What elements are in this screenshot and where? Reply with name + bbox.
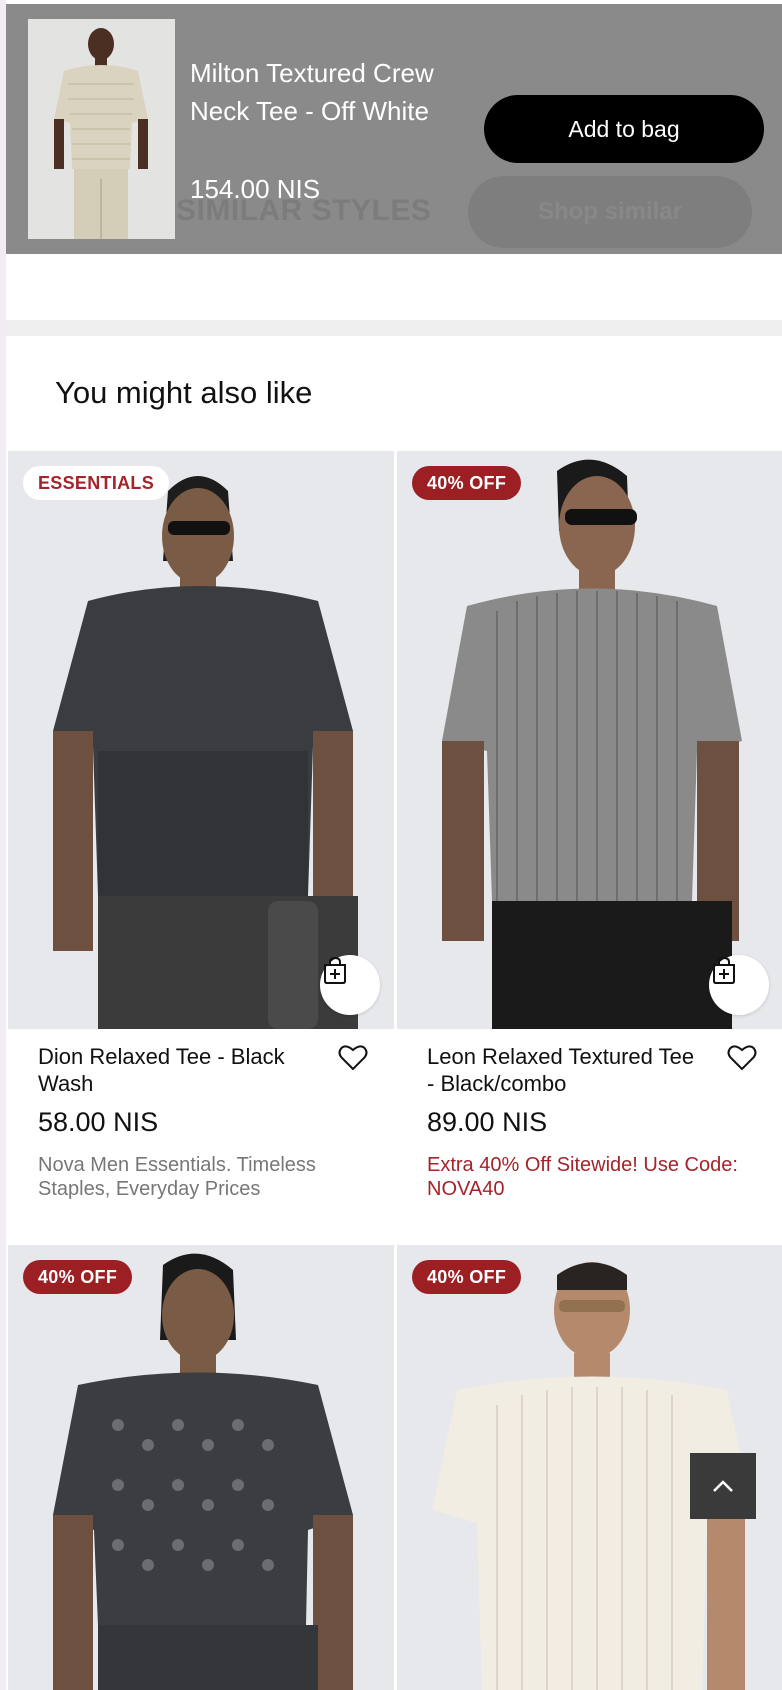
product-image[interactable]: ESSENTIALS (8, 451, 394, 1029)
product-name[interactable]: Dion Relaxed Tee - Black Wash (38, 1043, 318, 1097)
section-divider (6, 320, 782, 336)
product-badge: 40% OFF (412, 466, 522, 500)
product-name[interactable]: Leon Relaxed Textured Tee - Black/combo (427, 1043, 707, 1097)
product-promo-text: Extra 40% Off Sitewide! Use Code: NOVA40 (427, 1154, 738, 1200)
product-badge: ESSENTIALS (23, 466, 170, 500)
add-to-bag-button[interactable]: Add to bag (484, 95, 764, 163)
quick-add-button[interactable] (709, 955, 769, 1015)
section-heading: You might also like (55, 375, 313, 410)
sticky-product-price: 154.00 NIS (190, 174, 321, 204)
ghost-shop-similar-button: Shop similar (468, 176, 752, 248)
product-promo-text: Nova Men Essentials. Timeless Staples, E… (38, 1154, 316, 1200)
bag-plus-icon (713, 956, 735, 984)
product-image[interactable]: 40% OFF (397, 451, 782, 1029)
product-price: 58.00 NIS (38, 1107, 159, 1137)
quick-add-button[interactable] (320, 955, 380, 1015)
product-badge: 40% OFF (412, 1260, 522, 1294)
sticky-product-bar: SIMILAR STYLES Shop similar Milton Textu… (6, 4, 782, 254)
bag-plus-icon (324, 956, 346, 984)
heart-icon[interactable] (727, 1043, 757, 1071)
sticky-product-thumbnail[interactable] (28, 19, 175, 239)
chevron-up-icon (713, 1480, 733, 1492)
sticky-product-title[interactable]: Milton Textured Crew Neck Tee - Off Whit… (190, 54, 480, 130)
scroll-to-top-button[interactable] (690, 1453, 756, 1519)
product-image[interactable]: 40% OFF (8, 1245, 394, 1690)
heart-icon[interactable] (338, 1043, 368, 1071)
product-badge: 40% OFF (23, 1260, 133, 1294)
product-price: 89.00 NIS (427, 1107, 548, 1137)
